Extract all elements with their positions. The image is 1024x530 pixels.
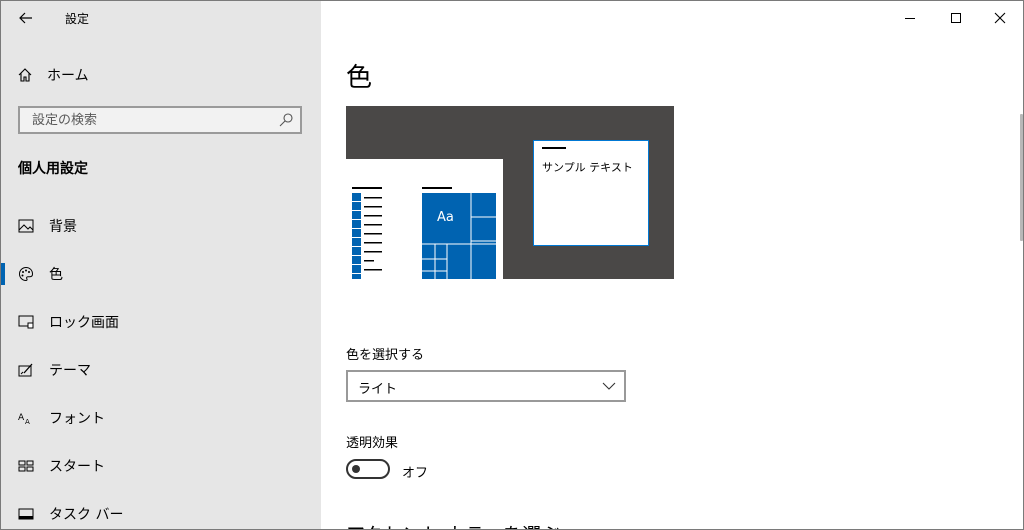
sidebar-item-label: テーマ	[49, 363, 91, 379]
start-icon	[17, 457, 35, 475]
minimize-icon	[905, 18, 915, 19]
svg-text:A: A	[25, 418, 30, 425]
scrollbar[interactable]	[1020, 114, 1023, 241]
maximize-icon	[951, 13, 961, 23]
selection-indicator	[1, 263, 5, 285]
sidebar-item-lock-screen[interactable]: ロック画面	[1, 304, 321, 340]
font-icon: AA	[17, 409, 35, 427]
toggle-knob	[352, 465, 360, 473]
back-arrow-icon	[19, 12, 32, 24]
chevron-down-icon	[602, 382, 616, 390]
theme-icon	[17, 361, 35, 379]
sidebar-item-taskbar[interactable]: タスク バー	[1, 496, 321, 529]
choose-color-value: ライト	[358, 382, 398, 397]
transparency-label: 透明効果	[346, 436, 399, 451]
choose-color-label: 色を選択する	[346, 348, 425, 363]
home-icon	[18, 68, 32, 82]
sidebar-item-background[interactable]: 背景	[1, 208, 321, 244]
maximize-button[interactable]	[933, 3, 979, 33]
home-label: ホーム	[47, 68, 89, 84]
page-title: 色	[346, 63, 373, 93]
back-button[interactable]	[15, 7, 37, 29]
transparency-toggle[interactable]	[346, 459, 390, 479]
sidebar-item-theme[interactable]: テーマ	[1, 352, 321, 388]
image-icon	[17, 217, 35, 235]
transparency-state: オフ	[402, 466, 429, 481]
app-title: 設定	[65, 12, 90, 26]
close-icon	[994, 12, 1006, 24]
sidebar-item-font[interactable]: AA フォント	[1, 400, 321, 436]
preview-start-menu-graphic	[352, 187, 496, 279]
sidebar-item-label: ロック画面	[49, 315, 119, 331]
main-content: 色 Aa サンプル テキスト 色を選択する ライト 透明効果 オフ	[321, 1, 1023, 529]
home-link[interactable]: ホーム	[17, 64, 89, 86]
taskbar-icon	[17, 505, 35, 523]
sidebar-item-label: フォント	[49, 411, 105, 427]
settings-window: 設定 ホーム 個人用設定 背景 色 ロック画面 テーマ AA	[0, 0, 1024, 530]
search-box[interactable]	[18, 106, 302, 134]
color-preview: Aa サンプル テキスト	[346, 106, 674, 279]
svg-text:A: A	[18, 413, 25, 423]
close-button[interactable]	[977, 3, 1023, 33]
sidebar: 設定 ホーム 個人用設定 背景 色 ロック画面 テーマ AA	[1, 1, 321, 529]
preview-start-menu	[346, 159, 503, 279]
lock-screen-icon	[17, 313, 35, 331]
sidebar-item-label: スタート	[49, 459, 105, 475]
search-input[interactable]	[30, 112, 274, 129]
preview-tile-text: Aa	[437, 210, 454, 225]
preview-window-titlebar	[542, 147, 566, 149]
choose-color-dropdown[interactable]: ライト	[346, 370, 626, 402]
sidebar-item-color[interactable]: 色	[1, 256, 321, 292]
section-title: 個人用設定	[18, 161, 88, 177]
palette-icon	[17, 265, 35, 283]
accent-color-heading: アクセント カラーを選ぶ	[346, 520, 560, 529]
preview-window: サンプル テキスト	[533, 140, 649, 246]
minimize-button[interactable]	[887, 3, 933, 33]
sidebar-item-label: 背景	[49, 219, 77, 235]
sidebar-item-start[interactable]: スタート	[1, 448, 321, 484]
search-icon	[279, 113, 293, 127]
sidebar-item-label: タスク バー	[49, 507, 124, 523]
sidebar-item-label: 色	[49, 267, 63, 283]
preview-sample-text: サンプル テキスト	[542, 161, 633, 174]
